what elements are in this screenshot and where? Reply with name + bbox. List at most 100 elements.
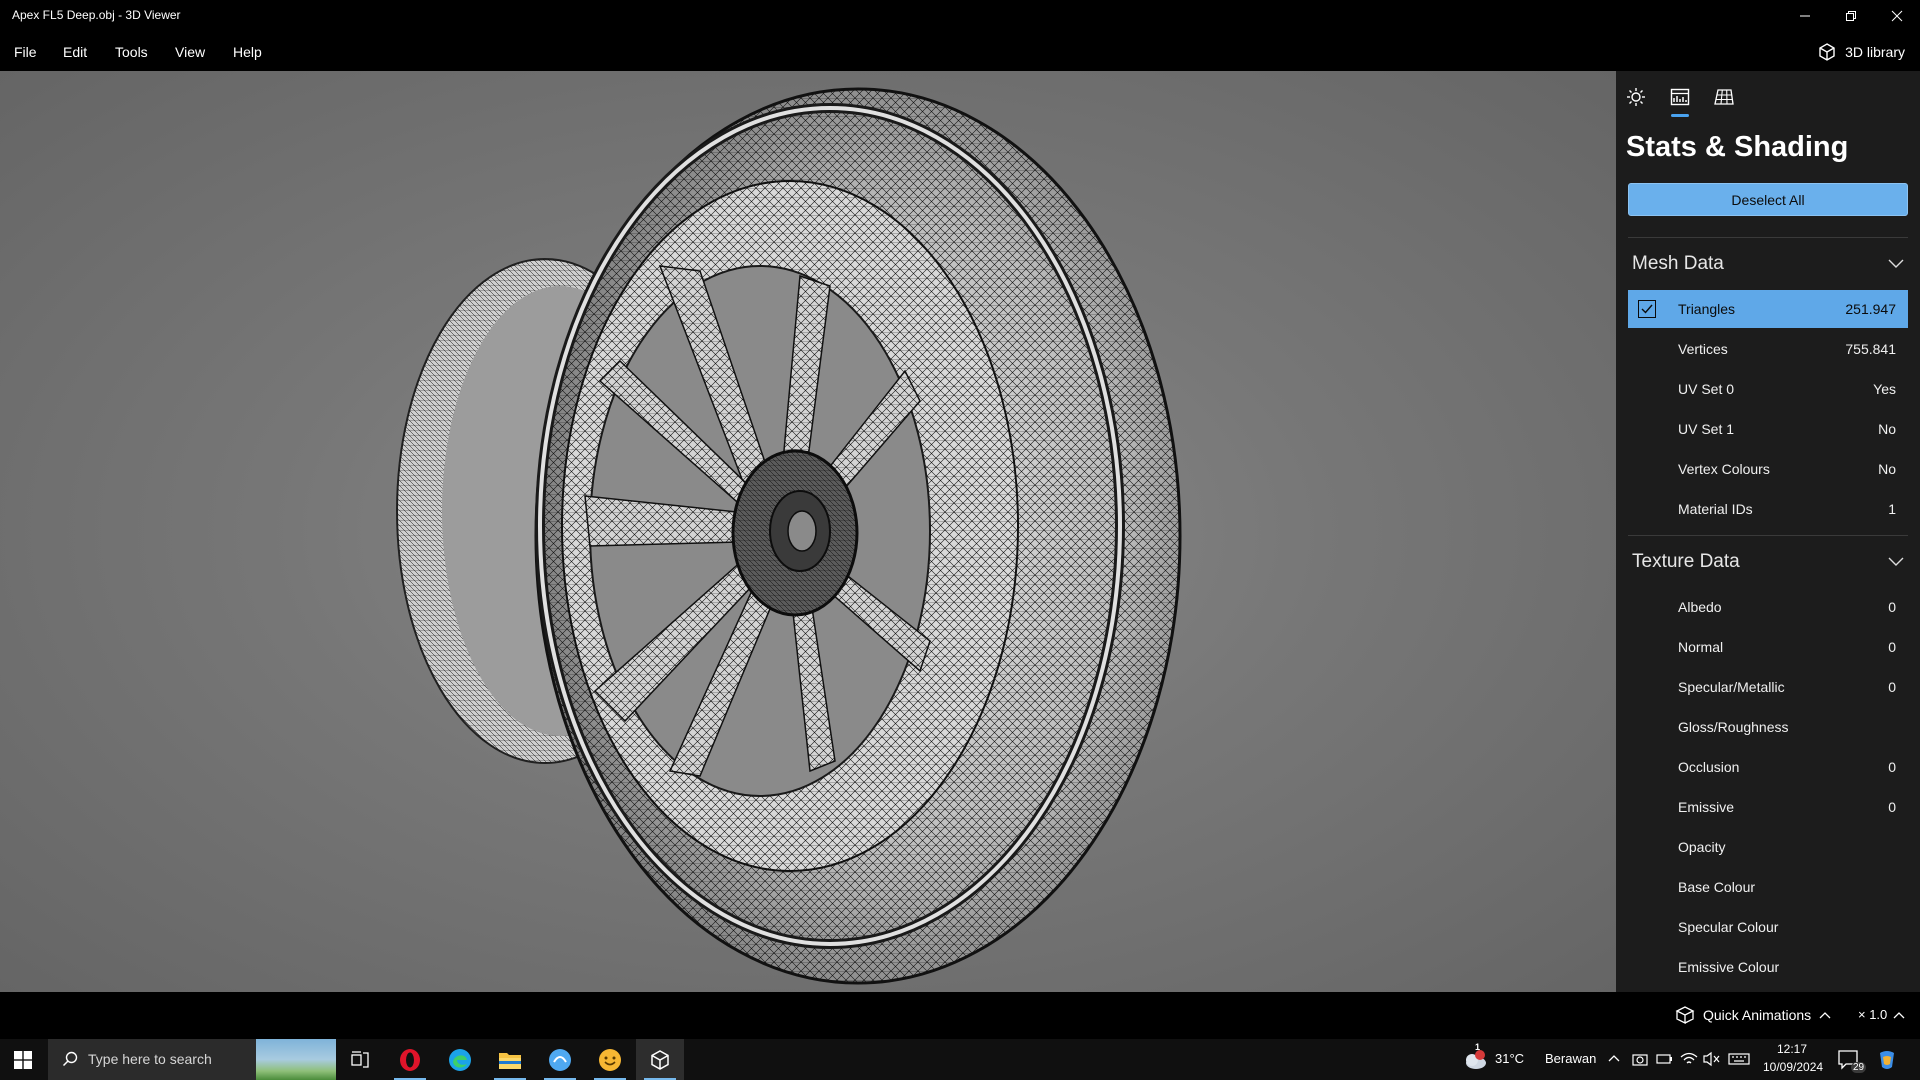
texture-row-emissive[interactable]: Emissive 0 [1628,788,1908,826]
divider [1628,535,1908,536]
task-view-button[interactable] [336,1039,384,1080]
smiley-icon [599,1048,621,1071]
mesh-row-material-ids[interactable]: Material IDs 1 [1628,490,1908,528]
weather-cloud-icon[interactable] [1462,1049,1488,1071]
stats-icon [1670,88,1690,106]
wifi-icon[interactable] [1680,1051,1698,1067]
cube-icon [1819,43,1835,61]
windows-icon [14,1050,32,1069]
close-button[interactable] [1874,0,1920,31]
restore-icon [1846,10,1856,21]
texture-row-albedo[interactable]: Albedo 0 [1628,588,1908,626]
row-label: Specular/Metallic [1678,679,1785,695]
search-highlight-image [256,1039,336,1080]
stats-panel: Stats & Shading Deselect All Mesh Data T… [1616,71,1920,992]
camera-icon[interactable] [1632,1051,1648,1067]
row-value: No [1878,421,1896,437]
chevron-up-icon [1893,1011,1905,1018]
mesh-row-triangles[interactable]: Triangles 251.947 [1628,290,1908,328]
taskbar-edge[interactable] [436,1039,484,1080]
3d-library-label: 3D library [1845,44,1905,60]
row-value: 251.947 [1845,301,1896,317]
taskbar-opera[interactable] [386,1039,434,1080]
tab-stats[interactable] [1666,83,1694,117]
row-label: Emissive Colour [1678,959,1780,975]
row-label: Normal [1678,639,1724,655]
texture-row-emissive-colour[interactable]: Emissive Colour [1628,948,1908,986]
3d-viewport[interactable] [0,71,1616,992]
menu-view[interactable]: View [175,44,205,60]
divider [1628,237,1908,238]
texture-row-gloss-roughness[interactable]: Gloss/Roughness [1628,708,1908,746]
minimize-button[interactable] [1782,0,1828,31]
start-button[interactable] [0,1039,46,1080]
weather-desc[interactable]: Berawan [1545,1051,1596,1066]
menu-edit[interactable]: Edit [63,44,87,60]
chevron-down-icon [1888,557,1904,566]
speed-value: × 1.0 [1858,1007,1888,1022]
taskbar-3d-viewer[interactable] [636,1039,684,1080]
tab-grid[interactable] [1710,83,1738,111]
taskbar-app-emoji[interactable] [586,1039,634,1080]
taskbar-file-explorer[interactable] [486,1039,534,1080]
clock-time[interactable]: 12:17 [1777,1042,1807,1056]
mesh-row-vertices[interactable]: Vertices 755.841 [1628,330,1908,368]
texture-row-base-colour[interactable]: Base Colour [1628,868,1908,906]
taskbar-search[interactable]: Type here to search [48,1039,336,1080]
row-value: No [1878,461,1896,477]
wheel-model-wireframe[interactable] [0,71,1616,992]
menu-help[interactable]: Help [233,44,262,60]
row-value: 755.841 [1845,341,1896,357]
menu-bar: File Edit Tools View Help 3D library [0,31,1920,71]
row-label: Opacity [1678,839,1726,855]
texture-row-occlusion[interactable]: Occlusion 0 [1628,748,1908,786]
checkmark-icon [1641,304,1653,314]
row-value: 0 [1888,679,1896,695]
row-label: Triangles [1678,301,1736,317]
quick-animations-button[interactable]: Quick Animations [1675,1006,1831,1024]
deselect-all-button[interactable]: Deselect All [1628,183,1908,216]
menu-tools[interactable]: Tools [115,44,148,60]
weather-temp[interactable]: 31°C [1495,1051,1524,1066]
search-icon [62,1051,78,1067]
row-label: Specular Colour [1678,919,1779,935]
window-controls [1782,0,1920,31]
speaker-muted-icon[interactable] [1703,1051,1721,1067]
tab-lighting[interactable] [1622,83,1650,111]
mesh-data-header[interactable]: Mesh Data [1632,249,1904,279]
row-label: Material IDs [1678,501,1753,517]
taskbar-app-blue[interactable] [536,1039,584,1080]
row-label: UV Set 0 [1678,381,1735,397]
mesh-row-vertex-colours[interactable]: Vertex Colours No [1628,450,1908,488]
folder-icon [499,1052,521,1069]
battery-icon[interactable] [1655,1051,1673,1067]
row-label: Emissive [1678,799,1735,815]
copilot-icon[interactable] [1876,1049,1898,1071]
3d-library-button[interactable]: 3D library [1817,42,1905,62]
texture-row-specular-colour[interactable]: Specular Colour [1628,908,1908,946]
checkbox-checked[interactable] [1638,300,1656,318]
row-label: Vertices [1678,341,1728,357]
chevron-up-icon[interactable] [1608,1054,1620,1062]
minimize-icon [1800,15,1810,16]
row-label: UV Set 1 [1678,421,1735,437]
menu-file[interactable]: File [14,44,37,60]
quick-animations-label: Quick Animations [1703,1007,1812,1023]
mesh-row-uv-set-0[interactable]: UV Set 0 Yes [1628,370,1908,408]
row-value: 0 [1888,759,1896,775]
row-value: 0 [1888,599,1896,615]
playback-speed[interactable]: × 1.0 [1858,1007,1905,1022]
clock-date[interactable]: 10/09/2024 [1763,1060,1823,1074]
mesh-row-uv-set-1[interactable]: UV Set 1 No [1628,410,1908,448]
texture-row-specular-metallic[interactable]: Specular/Metallic 0 [1628,668,1908,706]
panel-title: Stats & Shading [1626,131,1849,163]
restore-button[interactable] [1828,0,1874,31]
opera-icon [400,1048,420,1071]
row-value: Yes [1873,381,1896,397]
row-label: Occlusion [1678,759,1740,775]
texture-data-title: Texture Data [1632,551,1740,572]
texture-row-opacity[interactable]: Opacity [1628,828,1908,866]
keyboard-icon[interactable] [1728,1051,1750,1067]
texture-row-normal[interactable]: Normal 0 [1628,628,1908,666]
texture-data-header[interactable]: Texture Data [1632,547,1904,577]
